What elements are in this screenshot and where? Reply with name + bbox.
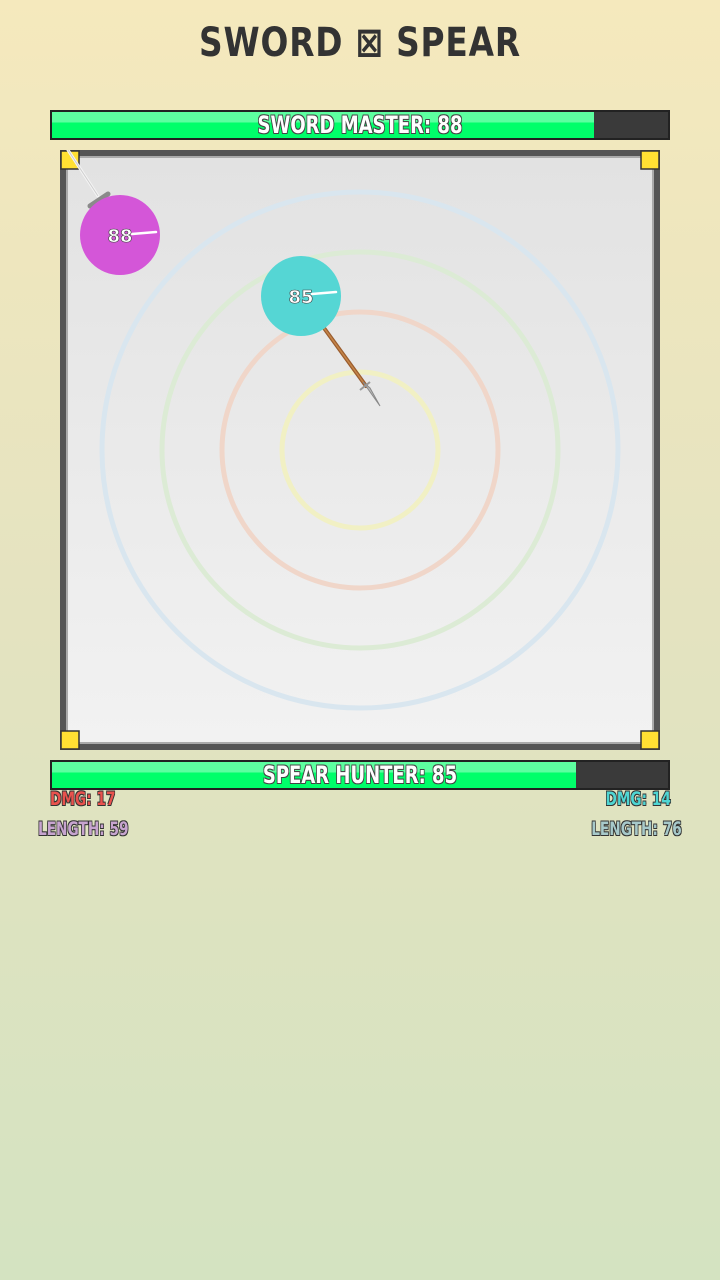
game-title: SWORD ⊠ SPEAR xyxy=(199,20,521,66)
spear-hunter-health-label: SPEAR HUNTER: 85 xyxy=(262,761,458,789)
sword-master-damage-stat: DMG: 17 xyxy=(50,788,116,810)
sword-master-length-stat: LENGTH: 59 xyxy=(38,818,129,840)
sword-master-ball-hp: 88 xyxy=(107,226,132,247)
corner-marker-bottom-right xyxy=(640,730,660,750)
corner-marker-bottom-left xyxy=(60,730,80,750)
sword-master-health-bar: SWORD MASTER: 88 xyxy=(50,110,670,140)
sword-master-health-label: SWORD MASTER: 88 xyxy=(257,111,463,139)
corner-marker-top-right xyxy=(640,150,660,170)
spear-hunter-health-bar: SPEAR HUNTER: 85 xyxy=(50,760,670,790)
spear-hunter-ball-hp: 85 xyxy=(288,287,313,308)
spear-hunter-damage-stat: DMG: 14 xyxy=(605,788,671,810)
battle-arena[interactable]: 88 85 xyxy=(60,150,660,750)
spear-hunter-length-stat: LENGTH: 76 xyxy=(591,818,682,840)
